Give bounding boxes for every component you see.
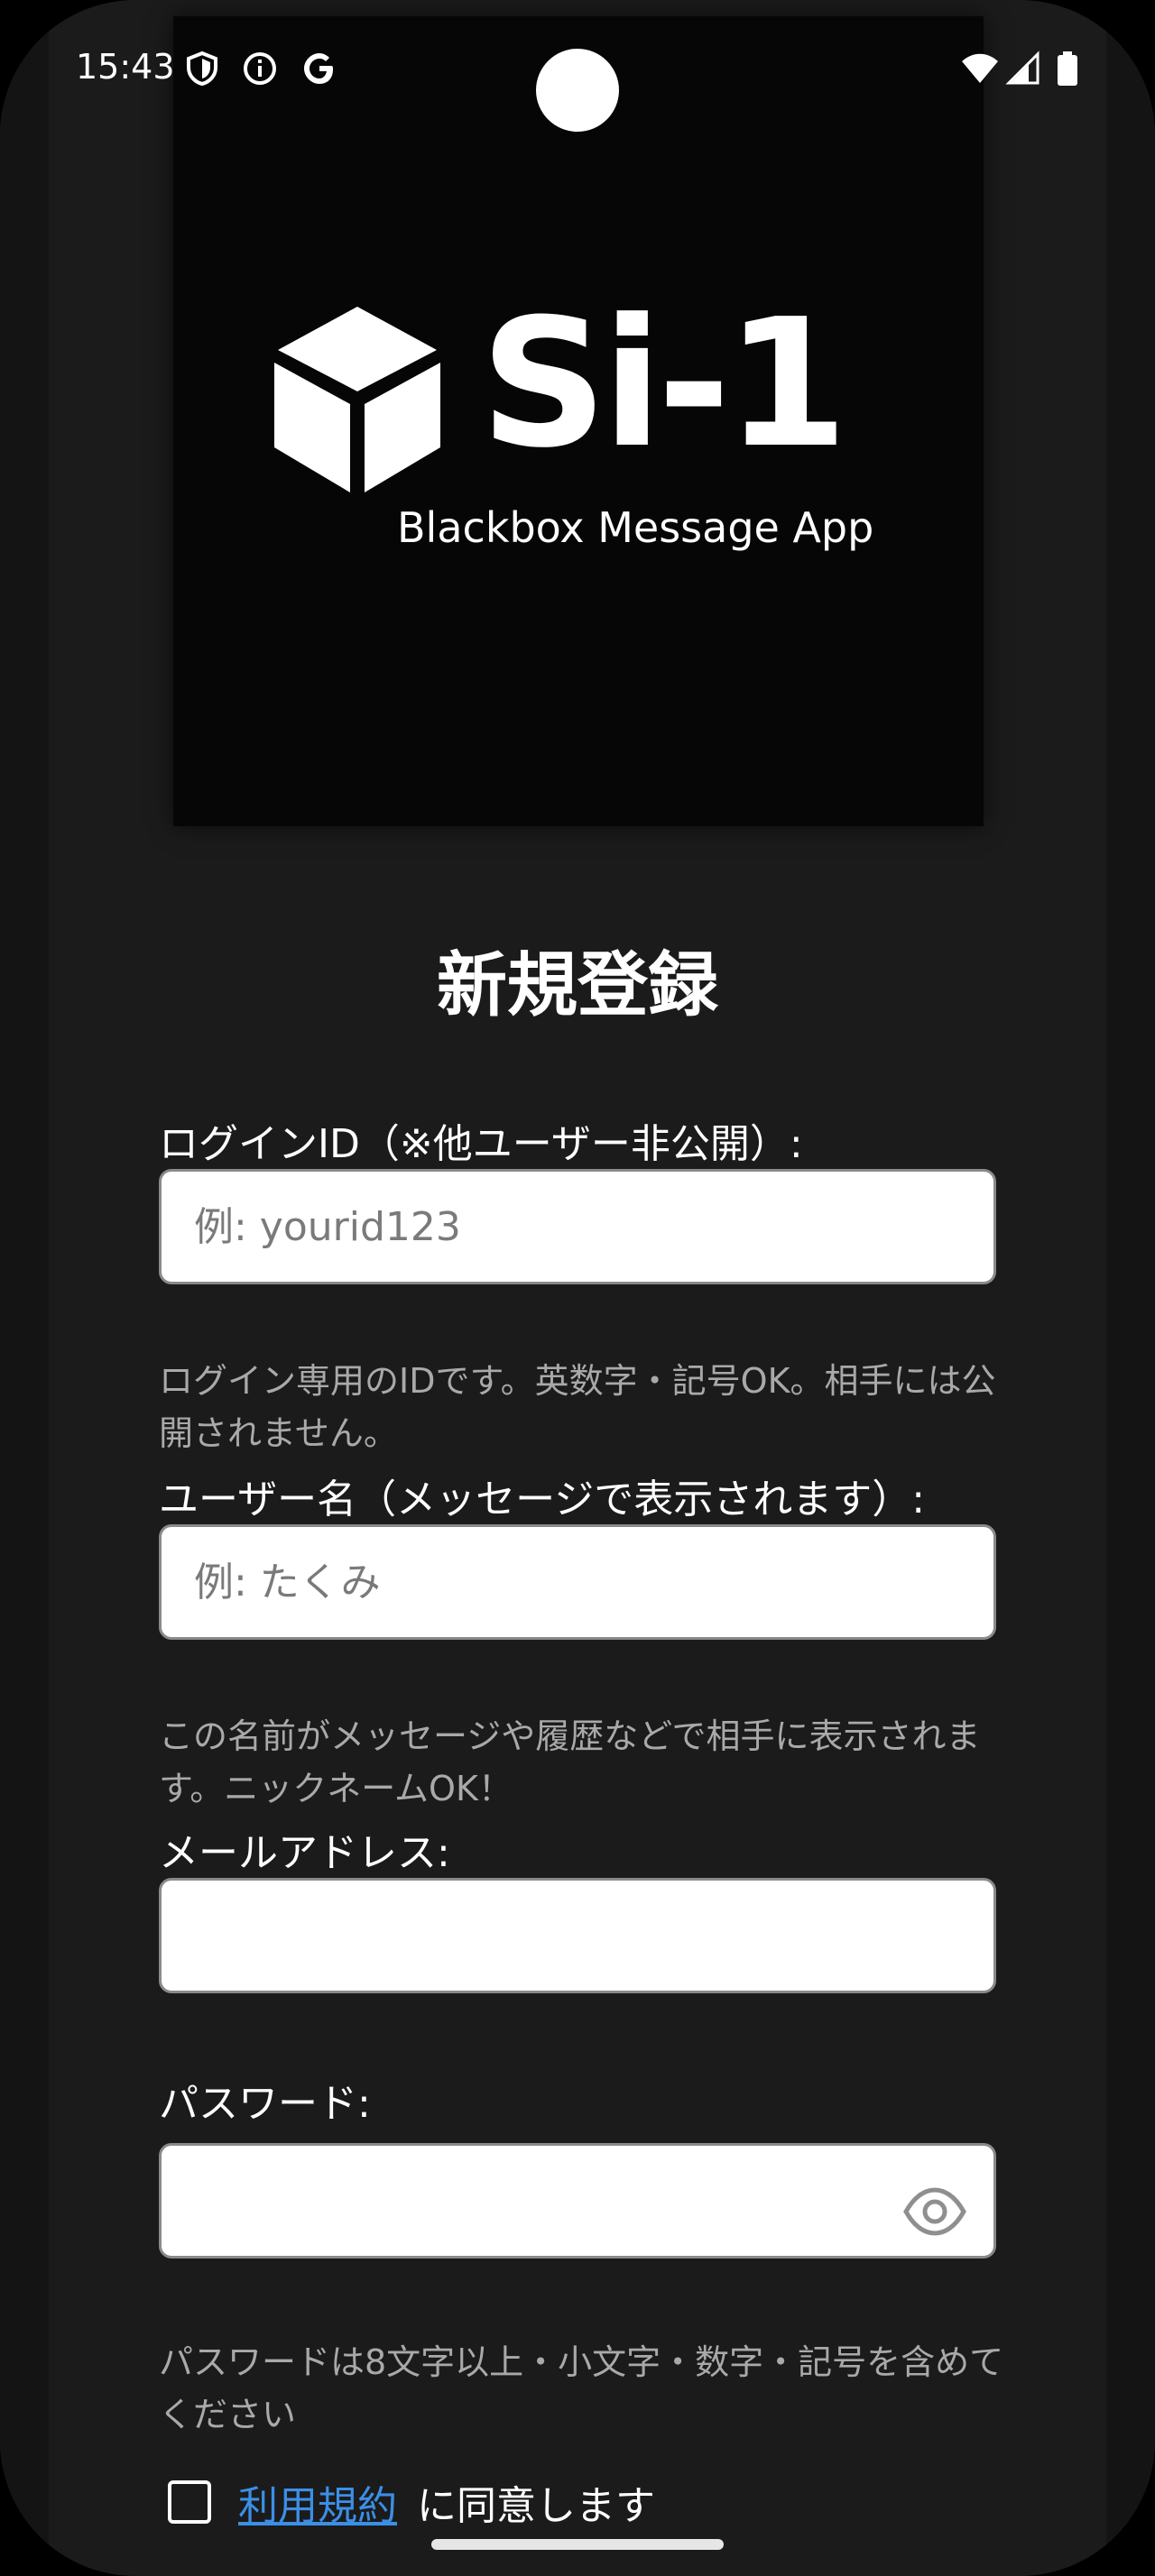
app-screen: Si-1 Blackbox Message App 15:43 新規登録 ログイ… <box>0 0 1155 2576</box>
terms-link[interactable]: 利用規約 <box>238 2473 397 2531</box>
status-bar: 15:43 <box>0 0 1155 135</box>
page-title: 新規登録 <box>436 945 718 1026</box>
login-id-label: ログインID（※他ユーザー非公開）: <box>159 1121 803 1167</box>
google-g-icon <box>304 53 333 84</box>
terms-checkbox[interactable] <box>168 2480 211 2524</box>
email-label: メールアドレス: <box>159 1830 450 1876</box>
cube-logo-icon <box>274 307 440 492</box>
logo-subtitle: Blackbox Message App <box>397 503 874 552</box>
login-id-input[interactable] <box>159 1169 996 1284</box>
username-input[interactable] <box>159 1524 996 1640</box>
eye-icon[interactable] <box>902 2179 967 2244</box>
status-time: 15:43 <box>76 47 175 87</box>
username-hint: この名前がメッセージや履歴などで相手に表示されます。ニックネームOK！ <box>159 1716 981 1808</box>
signal-icon <box>1005 51 1040 85</box>
hero-banner: Si-1 Blackbox Message App <box>173 16 984 826</box>
screen-edge-right <box>1106 0 1155 2576</box>
password-hint: パスワードは8文字以上・小文字・数字・記号を含めてください <box>159 2342 1004 2434</box>
login-id-hint: ログイン専用のIDです。英数字・記号OK。相手には公開されません。 <box>159 1361 996 1453</box>
screen-edge-left <box>0 0 49 2576</box>
terms-agreement: 利用規約 に同意します <box>168 2475 655 2529</box>
password-input[interactable] <box>159 2143 996 2259</box>
shield-icon <box>187 51 217 87</box>
wifi-icon <box>962 53 998 83</box>
terms-agree-text: に同意します <box>417 2483 655 2529</box>
front-camera <box>536 49 619 132</box>
password-label: パスワード: <box>159 2081 371 2127</box>
battery-icon <box>1058 51 1077 86</box>
home-gesture-bar[interactable] <box>431 2539 724 2550</box>
email-input[interactable] <box>159 1878 996 1993</box>
logo-title: Si-1 <box>480 281 848 487</box>
username-label: ユーザー名（メッセージで表示されます）: <box>159 1477 926 1523</box>
info-icon <box>244 52 276 85</box>
